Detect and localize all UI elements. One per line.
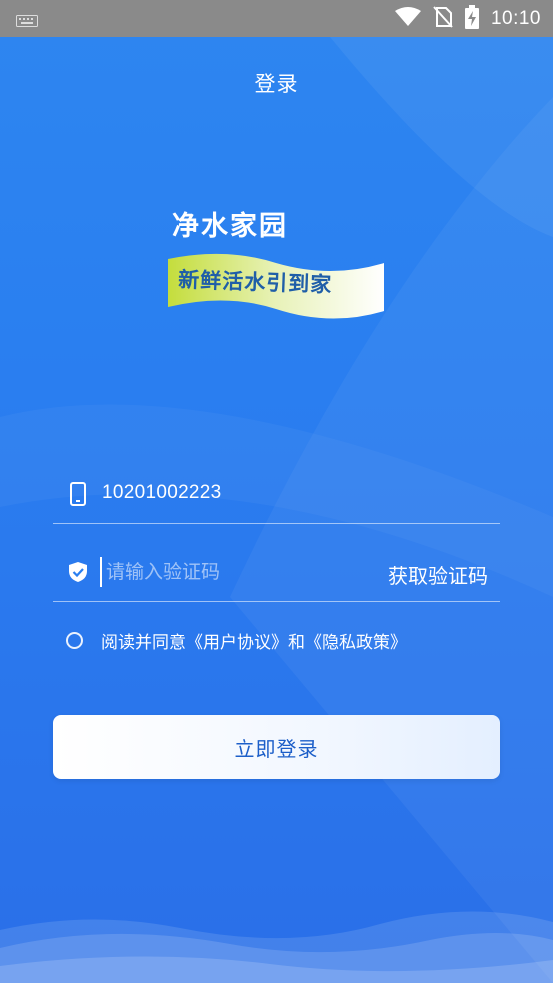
agreement-text[interactable]: 阅读并同意《用户协议》和《隐私政策》 [101, 628, 407, 653]
phone-field[interactable]: 10201002223 [53, 467, 500, 524]
status-bar: 10:10 [0, 0, 553, 37]
phone-icon [67, 481, 89, 507]
verification-code-input[interactable] [100, 557, 366, 587]
agreement-radio[interactable] [66, 631, 83, 649]
page-title: 登录 [254, 72, 299, 96]
bottom-waves [0, 911, 553, 983]
no-sim-icon [433, 6, 453, 32]
status-time: 10:10 [490, 8, 541, 29]
get-code-button[interactable]: 获取验证码 [388, 560, 488, 589]
shield-check-icon [67, 559, 89, 585]
verification-code-field[interactable]: 获取验证码 [53, 545, 500, 602]
logo-title: 净水家园 [172, 210, 288, 242]
battery-charging-icon [464, 5, 479, 33]
app-logo: 净水家园 新鲜活水引到家 [166, 203, 388, 323]
phone-number-value[interactable]: 10201002223 [102, 482, 222, 504]
wifi-icon [394, 7, 421, 31]
keyboard-icon [16, 12, 38, 31]
login-button[interactable]: 立即登录 [53, 715, 500, 779]
agreement-row[interactable]: 阅读并同意《用户协议》和《隐私政策》 [66, 628, 407, 653]
